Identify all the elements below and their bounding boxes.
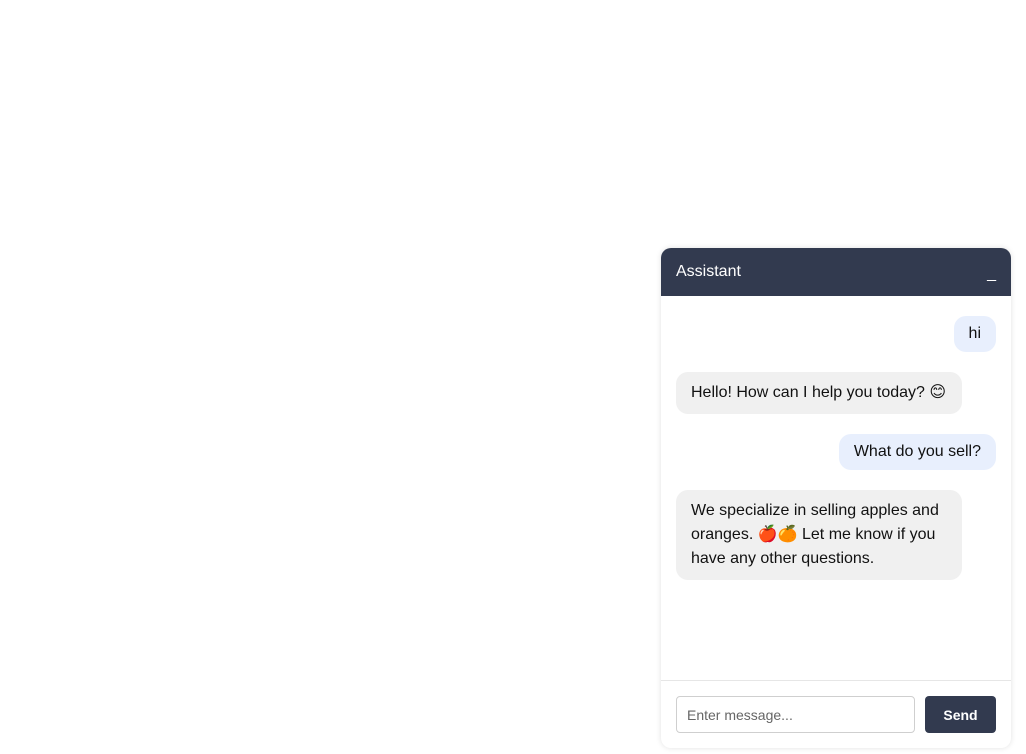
message-input[interactable] [676,696,915,733]
chat-title: Assistant [676,263,741,280]
message-row-assistant: Hello! How can I help you today? 😊 [676,372,996,414]
message-row-assistant: We specialize in selling apples and oran… [676,490,996,580]
assistant-message-bubble: Hello! How can I help you today? 😊 [676,372,962,414]
message-list: hi Hello! How can I help you today? 😊 Wh… [661,296,1011,680]
message-composer: Send [661,680,1011,748]
user-message-bubble: hi [953,316,996,352]
message-row-user: hi [676,316,996,352]
minimize-button[interactable]: _ [987,266,996,282]
chat-widget: Assistant _ hi Hello! How can I help you… [661,248,1011,748]
message-row-user: What do you sell? [676,434,996,470]
send-button[interactable]: Send [925,696,996,733]
chat-header: Assistant _ [661,248,1011,296]
assistant-message-bubble: We specialize in selling apples and oran… [676,490,962,580]
user-message-bubble: What do you sell? [838,434,996,470]
